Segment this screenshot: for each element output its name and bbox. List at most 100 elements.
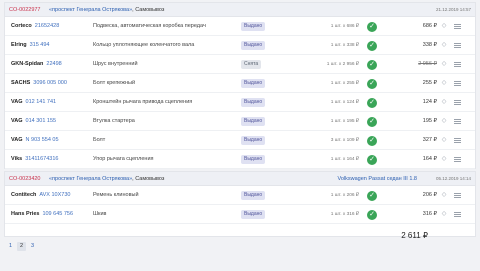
item-name: Болт: [93, 137, 106, 143]
status-badge: Выдано: [241, 98, 266, 107]
brand-name: GKN-Spidan: [11, 61, 44, 67]
menu-lines-icon[interactable]: [454, 212, 461, 217]
item-brand: Hans Pries 109 645 756: [11, 205, 73, 224]
tag-icon[interactable]: ◇: [441, 42, 447, 49]
brand-name: Elring: [11, 42, 27, 48]
address-suffix: , Самовывоз: [132, 176, 165, 182]
menu-lines-icon[interactable]: [454, 119, 461, 124]
item-row: SACHS 3096 005 000 Болт крепежный Выдано 1 ш…: [5, 74, 475, 93]
item-name: Кронштейн рычага привода сцепления: [93, 99, 193, 105]
item-row: Hans Pries 109 645 756 Шкив Выдано 1 шт. х 3…: [5, 205, 475, 224]
menu-lines-icon[interactable]: [454, 43, 461, 48]
item-sum: 2 956 ₽: [418, 61, 437, 67]
item-row: VAG 012 141 741 Кронштейн рычага привода с…: [5, 93, 475, 112]
article-link[interactable]: N 903 554 05: [26, 137, 59, 143]
page-link-active[interactable]: 2: [17, 242, 26, 251]
page-link[interactable]: 1: [6, 242, 15, 251]
item-brand: VAG 012 141 741: [11, 93, 56, 112]
check-circle-icon: ✓: [367, 209, 377, 220]
article-link[interactable]: 109 645 756: [42, 211, 73, 217]
item-sum: 686 ₽: [422, 23, 437, 29]
item-quantity: 1 шт. х 316 ₽: [330, 212, 359, 217]
item-brand: Contitech AVX 10X730: [11, 186, 70, 205]
menu-lines-icon[interactable]: [454, 62, 461, 67]
item-row: Viks 31411674316 Упор рычага сцепления Выда…: [5, 150, 475, 169]
item-row: Corteco 21652428 Подвеска, автоматическая …: [5, 17, 475, 36]
page-link[interactable]: 3: [28, 242, 37, 251]
item-quantity: 1 шт. х 195 ₽: [330, 119, 359, 124]
item-brand: Elring 315 494: [11, 36, 49, 55]
tag-icon[interactable]: ◇: [441, 99, 447, 106]
check-circle-icon: ✓: [367, 97, 377, 108]
tag-icon[interactable]: ◇: [441, 192, 447, 199]
article-link[interactable]: 21652428: [35, 23, 59, 29]
order-address: «проспект Генерала Острякова», Самовывоз: [49, 172, 164, 186]
item-sum: 255 ₽: [422, 80, 437, 86]
menu-lines-icon[interactable]: [454, 100, 461, 105]
item-row: VAG N 903 554 05 Болт Выдано 3 шт. х 109 ₽ ✓ 3…: [5, 131, 475, 150]
item-name: Болт крепежный: [93, 80, 136, 86]
check-circle-icon: ✓: [367, 154, 377, 165]
item-sum: 124 ₽: [422, 99, 437, 105]
brand-name: Corteco: [11, 23, 32, 29]
item-sum: 316 ₽: [422, 211, 437, 217]
item-sum: 338 ₽: [422, 42, 437, 48]
tag-icon[interactable]: ◇: [441, 61, 447, 68]
article-link[interactable]: AVX 10X730: [39, 192, 70, 198]
article-link[interactable]: 3096 005 000: [33, 80, 67, 86]
item-brand: GKN-Spidan 22498: [11, 55, 62, 74]
check-circle-icon: ✓: [367, 40, 377, 51]
status-badge: Выдано: [241, 191, 266, 200]
status-badge: Выдано: [241, 79, 266, 88]
tag-icon[interactable]: ◇: [441, 23, 447, 30]
address-link[interactable]: «проспект Генерала Острякова»: [49, 176, 132, 182]
tag-icon[interactable]: ◇: [441, 80, 447, 87]
article-link[interactable]: 014 301 155: [26, 118, 57, 124]
order-id-link[interactable]: CO-0022977: [9, 3, 41, 17]
order-date: 21.12.2019 14:57: [435, 7, 471, 12]
item-brand: Corteco 21652428: [11, 17, 59, 36]
item-quantity: 1 шт. х 164 ₽: [330, 157, 359, 162]
menu-lines-icon[interactable]: [454, 157, 461, 162]
address-suffix: , Самовывоз: [132, 7, 165, 13]
brand-name: Contitech: [11, 192, 37, 198]
item-row: Contitech AVX 10X730 Ремень клиновый Выдано…: [5, 186, 475, 205]
item-quantity: 1 шт. х 686 ₽: [330, 24, 359, 29]
address-link[interactable]: «проспект Генерала Острякова»: [49, 7, 132, 13]
tag-icon[interactable]: ◇: [441, 156, 447, 163]
item-row: GKN-Spidan 22498 Шрус внутренний Снята 1 шт.…: [5, 55, 475, 74]
item-sum: 206 ₽: [422, 192, 437, 198]
item-name: Ремень клиновый: [93, 192, 139, 198]
menu-lines-icon[interactable]: [454, 24, 461, 29]
tag-icon[interactable]: ◇: [441, 211, 447, 218]
check-circle-icon: ✓: [367, 116, 377, 127]
item-quantity: 1 шт. х 255 ₽: [330, 81, 359, 86]
item-quantity: 1 шт. х 338 ₽: [330, 43, 359, 48]
item-name: Подвеска, автоматическая коробка передач: [93, 23, 206, 29]
item-brand: VAG 014 301 155: [11, 112, 56, 131]
item-name: Шкив: [93, 211, 107, 217]
menu-lines-icon[interactable]: [454, 81, 461, 86]
item-sum: 195 ₽: [422, 118, 437, 124]
brand-name: VAG: [11, 137, 23, 143]
article-link[interactable]: 31411674316: [25, 156, 58, 162]
item-name: Кольцо уплотняющее коленчатого вала: [93, 42, 195, 48]
car-link[interactable]: Volkswagen Passat седан III 1.8: [337, 172, 417, 186]
item-quantity: 1 шт. х 206 ₽: [330, 193, 359, 198]
article-link[interactable]: 315 494: [30, 42, 50, 48]
order-id-link[interactable]: CO-0023420: [9, 172, 41, 186]
article-link[interactable]: 012 141 741: [26, 99, 57, 105]
item-quantity: 1 шт. х 124 ₽: [330, 100, 359, 105]
menu-lines-icon[interactable]: [454, 138, 461, 143]
item-sum: 327 ₽: [422, 137, 437, 143]
status-badge: Выдано: [241, 117, 266, 126]
tag-icon[interactable]: ◇: [441, 137, 447, 144]
item-row: VAG 014 301 155 Втулка стартера Выдано 1 шт.…: [5, 112, 475, 131]
article-link[interactable]: 22498: [46, 61, 61, 67]
status-badge: Выдано: [241, 136, 266, 145]
tag-icon[interactable]: ◇: [441, 118, 447, 125]
menu-lines-icon[interactable]: [454, 193, 461, 198]
order-date: 05.12.2019 14:14: [435, 176, 471, 181]
brand-name: VAG: [11, 99, 23, 105]
brand-name: Hans Pries: [11, 211, 40, 217]
